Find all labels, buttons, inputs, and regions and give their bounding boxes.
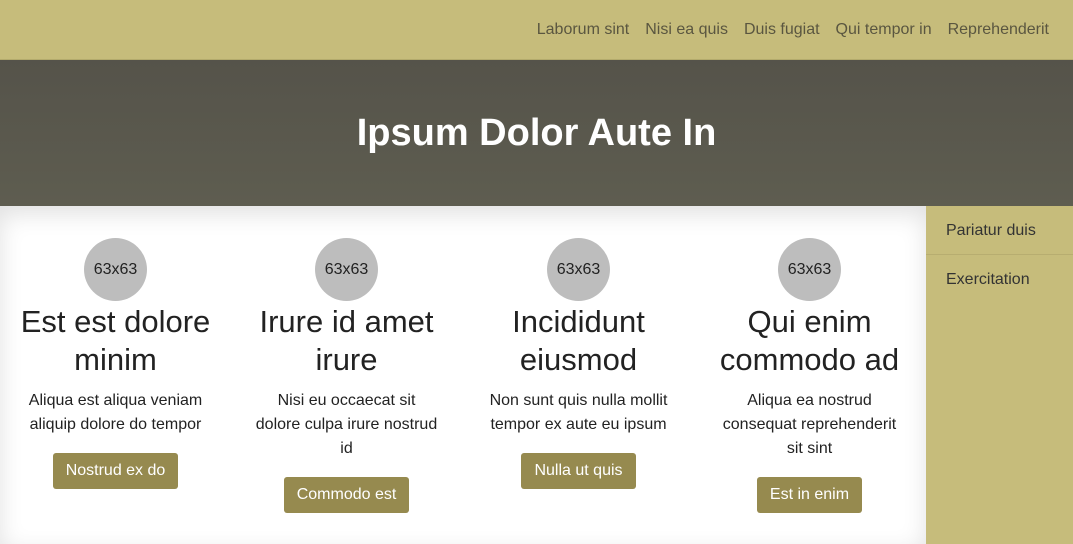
card-grid: 63x63 Est est dolore minim Aliqua est al… [0,206,926,544]
main-content: 63x63 Est est dolore minim Aliqua est al… [0,206,926,544]
card-text: Non sunt quis nulla mollit tempor ex aut… [489,392,668,433]
image-placeholder: 63x63 [84,238,147,301]
nav-link-nisi-ea-quis[interactable]: Nisi ea quis [637,0,736,60]
sidebar: Pariatur duis Exercitation [926,206,1073,544]
card-title: Irure id amet irure [259,304,434,377]
nav-link-qui-tempor-in[interactable]: Qui tempor in [828,0,940,60]
nav-link-laborum-sint[interactable]: Laborum sint [529,0,638,60]
card-button[interactable]: Commodo est [283,477,410,513]
sidebar-item-pariatur-duis[interactable]: Pariatur duis [926,206,1073,255]
card-button[interactable]: Est in enim [756,477,863,513]
hero-title: Ipsum Dolor Aute In [356,111,717,154]
card-title: Incididunt eiusmod [512,304,645,377]
image-placeholder: 63x63 [547,238,610,301]
feature-card: 63x63 Qui enim commodo ad Aliqua ea nost… [694,238,925,513]
image-placeholder: 63x63 [778,238,841,301]
top-navbar: Laborum sint Nisi ea quis Duis fugiat Qu… [0,0,1073,60]
feature-card: 63x63 Irure id amet irure Nisi eu occaec… [231,238,462,513]
card-button[interactable]: Nulla ut quis [521,453,636,489]
feature-card: 63x63 Incididunt eiusmod Non sunt quis n… [463,238,694,489]
card-text: Aliqua ea nostrud consequat reprehenderi… [722,392,897,457]
card-title: Qui enim commodo ad [719,304,900,377]
nav-link-duis-fugiat[interactable]: Duis fugiat [736,0,828,60]
image-placeholder: 63x63 [315,238,378,301]
card-button[interactable]: Nostrud ex do [52,453,179,489]
sidebar-item-exercitation[interactable]: Exercitation [926,255,1073,304]
feature-card: 63x63 Est est dolore minim Aliqua est al… [0,238,231,489]
card-text: Nisi eu occaecat sit dolore culpa irure … [255,392,438,457]
hero-banner: Ipsum Dolor Aute In [0,60,1073,206]
card-text: Aliqua est aliqua veniam aliquip dolore … [28,392,203,433]
card-title: Est est dolore minim [20,304,211,377]
nav-link-reprehenderit[interactable]: Reprehenderit [940,0,1057,60]
